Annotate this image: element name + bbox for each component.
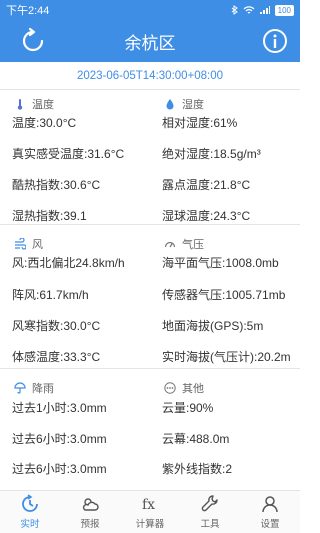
value-wet-bulb: 湿球温度:24.3°C <box>162 209 251 223</box>
section-wind-pressure: 风 气压 风:西北偏北24.8km/h 阵风:61.7km/h 风寒指数:30.… <box>0 236 300 369</box>
value-barometer-altitude: 实时海拔(气压计):20.2m <box>162 350 291 364</box>
value-gps-altitude: 地面海拔(GPS):5m <box>162 319 264 333</box>
value-relative-humidity: 相对湿度:61% <box>162 116 238 130</box>
value-temperature: 温度:30.0°C <box>12 116 77 130</box>
nav-realtime[interactable]: 实时 <box>0 491 60 533</box>
nav-label: 预报 <box>80 519 100 530</box>
umbrella-icon <box>14 382 26 394</box>
wind-icon <box>15 238 26 250</box>
nav-label: 设置 <box>260 519 280 530</box>
nav-settings[interactable]: 设置 <box>240 491 300 533</box>
section-label: 气压 <box>182 239 204 251</box>
value-uv-index: 紫外线指数:2 <box>162 462 233 476</box>
value-absolute-humidity: 绝对湿度:18.5g/m³ <box>162 147 261 161</box>
value-dew-point: 露点温度:21.8°C <box>162 178 251 192</box>
section-header-other: 其他 <box>164 380 204 396</box>
svg-text:fx: fx <box>142 497 155 513</box>
value-humidex: 湿热指数:39.1 <box>12 209 87 223</box>
wifi-icon <box>243 6 255 14</box>
weather-details: 温度 湿度 温度:30.0°C 真实感受温度:31.6°C 酷热指数:30.6°… <box>0 90 300 490</box>
section-label: 其他 <box>182 383 204 395</box>
value-heat-index: 酷热指数:30.6°C <box>12 178 101 192</box>
realtime-icon <box>22 494 38 512</box>
nav-tools[interactable]: 工具 <box>180 491 240 533</box>
section-temp-humidity: 温度 湿度 温度:30.0°C 真实感受温度:31.6°C 酷热指数:30.6°… <box>0 90 300 225</box>
section-header-temperature: 温度 <box>14 96 54 112</box>
nav-label: 计算器 <box>135 519 165 530</box>
value-wind-chill: 风寒指数:30.0°C <box>12 319 101 333</box>
value-cloud-ceiling: 云幕:488.0m <box>162 432 230 446</box>
value-cloud-cover: 云量:90% <box>162 401 214 415</box>
app-bar: 余杭区 <box>0 20 300 62</box>
nav-label: 实时 <box>20 519 40 530</box>
battery-icon: 100 <box>274 4 294 16</box>
bottom-navigation: 实时 预报 fx 计算器 工具 设置 <box>0 490 300 533</box>
section-label: 湿度 <box>182 99 204 111</box>
more-dots-icon <box>164 382 176 394</box>
page-title: 余杭区 <box>124 33 176 53</box>
section-header-humidity: 湿度 <box>164 96 204 112</box>
forecast-icon <box>82 498 99 511</box>
section-header-rain: 降雨 <box>14 380 54 396</box>
value-rain-6h-duplicate: 过去6小时:3.0mm <box>12 462 107 476</box>
section-label: 温度 <box>32 99 54 111</box>
thermometer-icon <box>17 99 23 110</box>
value-rain-1h: 过去1小时:3.0mm <box>12 401 107 415</box>
refresh-icon[interactable] <box>20 28 46 54</box>
section-label: 风 <box>32 239 43 251</box>
status-bar: 下午2:44 100 <box>0 0 300 20</box>
section-header-wind: 风 <box>14 236 43 252</box>
section-header-pressure: 气压 <box>164 236 204 252</box>
nav-label: 工具 <box>200 519 220 530</box>
calculator-icon: fx <box>142 497 155 513</box>
section-label: 降雨 <box>32 383 54 395</box>
gauge-icon <box>164 241 176 248</box>
nav-forecast[interactable]: 预报 <box>60 491 120 533</box>
value-sensor-pressure: 传感器气压:1005.71mb <box>162 288 286 302</box>
value-feels-like: 真实感受温度:31.6°C <box>12 147 125 161</box>
observation-timestamp: 2023-06-05T14:30:00+08:00 <box>0 62 300 90</box>
value-sea-level-pressure: 海平面气压:1008.0mb <box>162 256 279 270</box>
info-icon[interactable] <box>262 28 288 54</box>
droplet-icon <box>166 99 174 110</box>
value-gust: 阵风:61.7km/h <box>12 288 89 302</box>
wrench-icon <box>201 495 218 512</box>
bluetooth-icon <box>231 5 238 15</box>
section-rain-other: 降雨 其他 过去1小时:3.0mm 过去6小时:3.0mm 过去6小时:3.0m… <box>0 380 300 490</box>
value-rain-6h: 过去6小时:3.0mm <box>12 432 107 446</box>
signal-icon <box>259 6 270 14</box>
status-time: 下午2:44 <box>6 5 50 17</box>
nav-calculator[interactable]: fx 计算器 <box>120 491 180 533</box>
person-icon <box>262 496 278 513</box>
value-apparent-temp: 体感温度:33.3°C <box>12 350 101 364</box>
system-icons: 100 <box>231 4 294 16</box>
value-wind: 风:西北偏北24.8km/h <box>12 256 125 270</box>
